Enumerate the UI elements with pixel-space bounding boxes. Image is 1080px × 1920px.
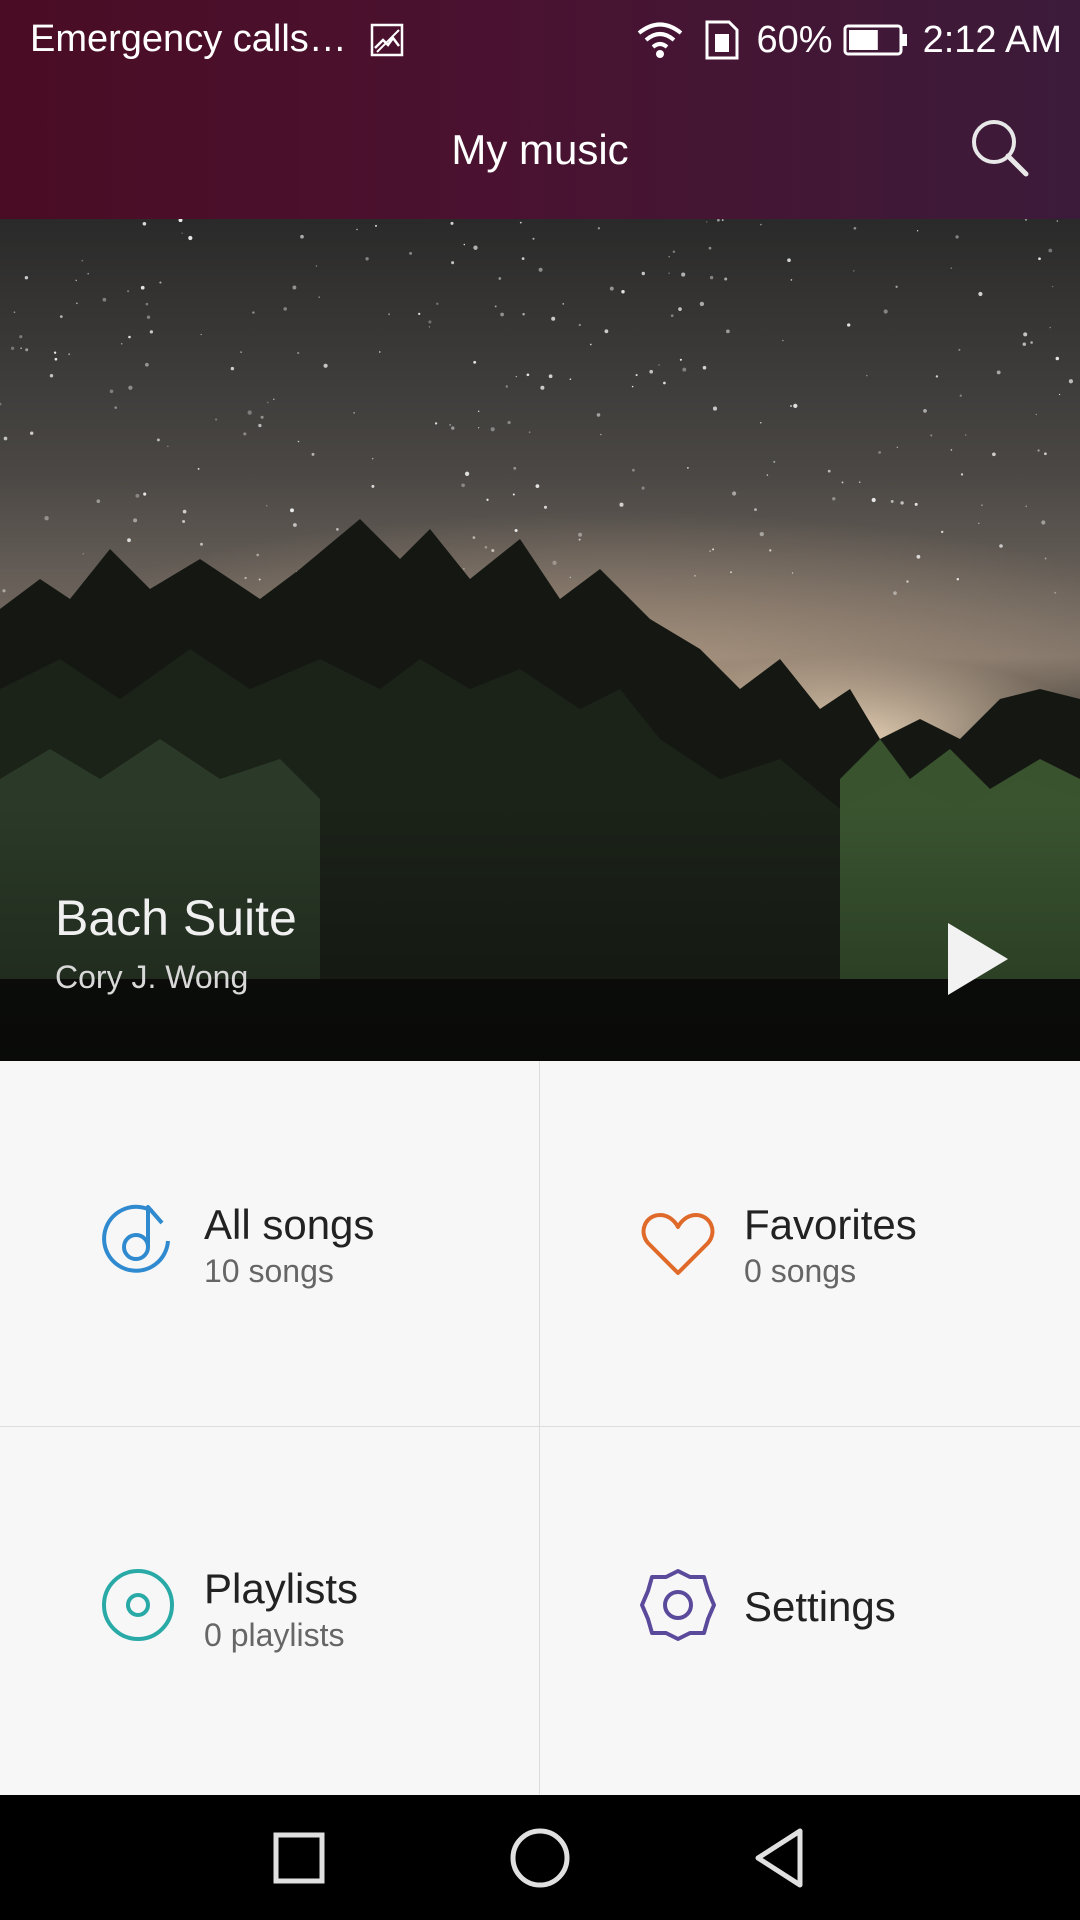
playlists-label: Playlists [204, 1565, 359, 1612]
sim-card-icon [705, 20, 739, 60]
favorites-tile[interactable]: Favorites 0 songs [540, 1061, 1079, 1426]
now-playing-artist: Cory J. Wong [55, 959, 249, 995]
playlists-tile[interactable]: Playlists 0 playlists [0, 1427, 539, 1792]
square-icon[interactable] [264, 1823, 334, 1893]
playlists-count: 0 playlists [204, 1617, 345, 1653]
battery-percent: 60% [756, 18, 833, 61]
system-navigation-bar [0, 1795, 1080, 1920]
favorites-label: Favorites [744, 1201, 917, 1248]
carrier-text: Emergency calls… [30, 18, 347, 60]
triangle-back-icon[interactable] [746, 1823, 816, 1893]
library-grid: All songs 10 songs Favorites 0 songs Pla… [0, 1061, 1080, 1795]
all-songs-label: All songs [204, 1201, 375, 1248]
settings-tile[interactable]: Settings [540, 1427, 1079, 1792]
search-icon[interactable] [968, 116, 1030, 178]
battery-icon [843, 24, 907, 56]
page-title: My music [451, 126, 629, 173]
heart-icon [641, 1213, 715, 1275]
disc-icon [102, 1569, 174, 1641]
app-top-bar: Emergency calls… 60% 2:12 AM My music [0, 0, 1080, 219]
now-playing-banner[interactable]: Bach Suite Cory J. Wong [0, 219, 1080, 1061]
image-notification-icon [370, 23, 404, 56]
wifi-icon [637, 22, 682, 58]
app-header: My music [0, 80, 1080, 219]
gear-icon [640, 1569, 716, 1641]
clock-time: 2:12 AM [922, 18, 1062, 61]
settings-label: Settings [744, 1583, 896, 1630]
status-bar: Emergency calls… 60% 2:12 AM [0, 0, 1080, 80]
circle-icon[interactable] [505, 1823, 575, 1893]
favorites-count: 0 songs [744, 1253, 857, 1289]
play-icon[interactable] [942, 919, 1012, 999]
now-playing-title: Bach Suite [55, 890, 297, 946]
all-songs-tile[interactable]: All songs 10 songs [0, 1061, 539, 1426]
all-songs-count: 10 songs [204, 1253, 334, 1289]
music-note-icon [102, 1204, 170, 1273]
